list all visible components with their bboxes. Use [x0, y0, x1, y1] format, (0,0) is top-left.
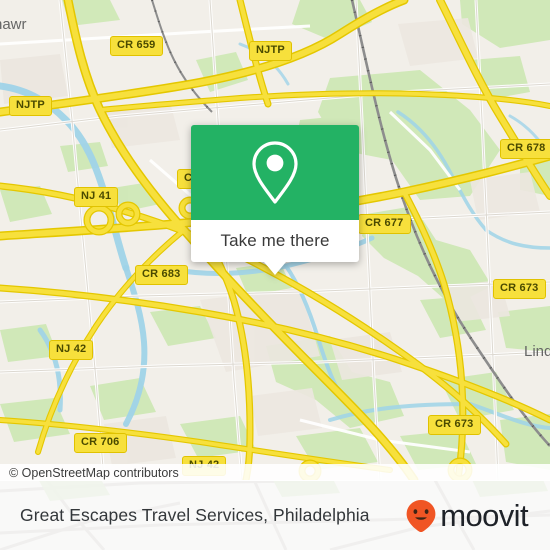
road-shield: CR 659: [110, 36, 163, 56]
road-shield: NJTP: [249, 41, 292, 61]
popup-action-row[interactable]: Take me there: [191, 220, 359, 262]
moovit-smiley-pin-icon: [406, 499, 436, 532]
place-label: Lind: [524, 343, 550, 360]
take-me-there-label: Take me there: [220, 231, 330, 250]
moovit-wordmark: moovit: [440, 498, 528, 533]
road-shield: NJTP: [9, 96, 52, 116]
road-shield: CR 673: [428, 415, 481, 435]
road-shield: CR 683: [135, 265, 188, 285]
place-label: nawr: [0, 16, 27, 33]
road-shield: CR 673: [493, 279, 546, 299]
place-title: Great Escapes Travel Services, Philadelp…: [20, 505, 370, 525]
attribution-text: © OpenStreetMap contributors: [9, 465, 179, 480]
footer-content: Great Escapes Travel Services, Philadelp…: [0, 481, 550, 550]
popup-tail: [264, 262, 286, 275]
footer-bar: Great Escapes Travel Services, Philadelp…: [0, 481, 550, 550]
road-shield: CR 706: [74, 433, 127, 453]
location-popup-card[interactable]: Take me there: [191, 125, 359, 275]
map-canvas[interactable]: CR 659 NJTP NJTP CR 678 NJ 41 C CR 677 C…: [0, 0, 550, 480]
popup-header: [191, 125, 359, 220]
moovit-map-screenshot: CR 659 NJTP NJTP CR 678 NJ 41 C CR 677 C…: [0, 0, 550, 550]
moovit-brand-logo[interactable]: moovit: [405, 499, 534, 533]
road-shield: NJ 41: [74, 187, 119, 207]
road-shield: CR 678: [500, 139, 550, 159]
map-attribution-bar: © OpenStreetMap contributors: [0, 464, 550, 480]
road-shield: CR 677: [358, 214, 411, 234]
road-shield: NJ 42: [49, 340, 94, 360]
map-pin-icon: [252, 140, 298, 204]
